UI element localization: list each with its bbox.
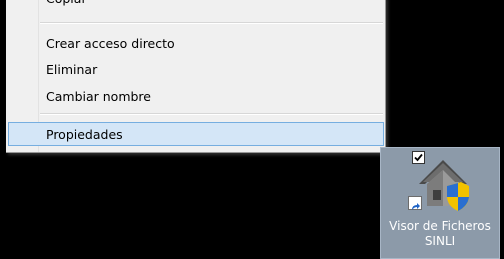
menu-item-crear-acceso-directo[interactable]: Crear acceso directo — [6, 32, 384, 56]
house-with-shield-icon — [419, 160, 469, 211]
menu-item-label: Eliminar — [46, 62, 98, 77]
menu-item-label: Crear acceso directo — [46, 36, 175, 51]
menu-item-eliminar[interactable]: Eliminar — [6, 58, 384, 82]
menu-item-propiedades[interactable]: Propiedades — [8, 122, 384, 146]
menu-item-cambiar-nombre[interactable]: Cambiar nombre — [6, 85, 384, 109]
desktop-icon-label: Visor de Ficheros SINLI — [381, 219, 499, 249]
menu-separator — [40, 22, 383, 24]
desktop-shortcut-visor-sinli[interactable]: Visor de Ficheros SINLI — [380, 147, 500, 259]
menu-separator — [40, 113, 383, 115]
menu-item-label: Cambiar nombre — [46, 89, 151, 104]
desktop: Copiar Crear acceso directo Eliminar Cam… — [0, 0, 504, 259]
icon-label-line1: Visor de Ficheros — [389, 219, 491, 233]
icon-label-line2: SINLI — [424, 234, 456, 248]
menu-item-copiar[interactable]: Copiar — [6, 0, 384, 20]
context-menu: Copiar Crear acceso directo Eliminar Cam… — [6, 0, 386, 153]
menu-item-label: Propiedades — [46, 127, 123, 142]
menu-item-label: Copiar — [46, 0, 87, 11]
shortcut-arrow-icon — [408, 196, 422, 210]
